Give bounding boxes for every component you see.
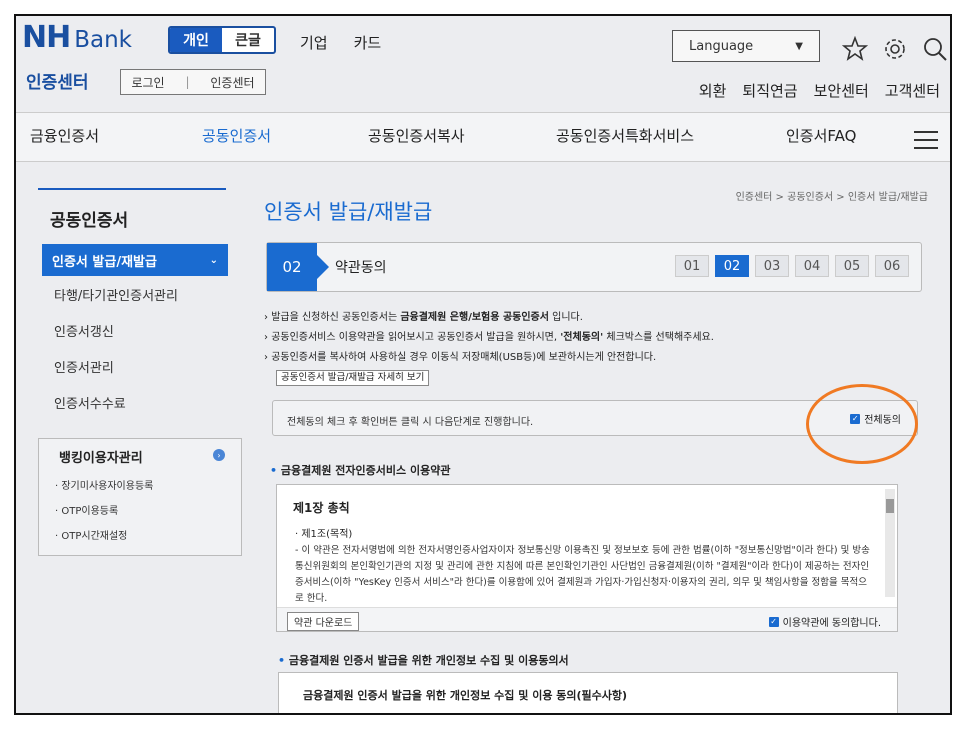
terms-agree-label: 이용약관에 동의합니다. <box>782 618 881 629</box>
terms-article: · 제1조(목적) <box>295 529 353 540</box>
sidebar-item-label: 인증서 발급/재발급 <box>52 254 157 270</box>
sub-buttons: 로그인 | 인증센터 <box>120 69 266 95</box>
step-indicator: 02 약관동의 01 02 03 04 05 06 <box>266 242 922 292</box>
section-1-title: • 금융결제원 전자인증서비스 이용약관 <box>270 464 451 477</box>
section-title-auth-center[interactable]: 인증센터 <box>26 68 89 93</box>
step-3: 03 <box>755 255 789 277</box>
view-details-button[interactable]: 공동인증서 발급/재발급 자세히 보기 <box>276 370 430 386</box>
menu-icon[interactable] <box>914 131 938 149</box>
notice-list: › 발급을 신청하신 공동인증서는 금융결제원 은행/보험용 공동인증서 입니다… <box>264 308 714 388</box>
search-icon[interactable] <box>922 36 948 62</box>
browser-viewport: NH Bank 개인 큰글 기업 카드 Language ▼ 인증센터 로그인 … <box>14 14 952 715</box>
checkmark-icon: ✓ <box>768 616 779 627</box>
topnav-card[interactable]: 카드 <box>354 32 382 53</box>
notice-2: › 공동인증서비스 이용약관을 읽어보시고 공동인증서 발급을 원하시면, '전… <box>264 332 714 343</box>
nav-fx[interactable]: 외환 <box>699 80 727 101</box>
auth-center-button[interactable]: 인증센터 <box>210 74 254 91</box>
login-button[interactable]: 로그인 <box>131 74 164 91</box>
mode-toggle: 개인 큰글 <box>168 26 276 54</box>
page-title: 인증서 발급/재발급 <box>264 200 433 224</box>
list-item[interactable]: · 장기미사용자이용등록 <box>55 477 153 492</box>
language-select[interactable]: Language ▼ <box>672 30 820 62</box>
nav-security[interactable]: 보안센터 <box>814 80 869 101</box>
terms-footer: 약관 다운로드 ✓ 이용약관에 동의합니다. <box>277 607 897 631</box>
notice-3: › 공동인증서를 복사하여 사용하실 경우 이동식 저장매체(USB등)에 보관… <box>264 352 657 363</box>
step-6: 06 <box>875 255 909 277</box>
nav-cert-copy[interactable]: 공동인증서복사 <box>368 125 465 146</box>
step-1: 01 <box>675 255 709 277</box>
nh-bank-logo[interactable]: NH Bank <box>22 20 132 55</box>
sidebar: 공동인증서 인증서 발급/재발급 ⌄ 타행/타기관인증서관리 인증서갱신 인증서… <box>38 188 228 420</box>
sidebar-item-other-bank[interactable]: 타행/타기관인증서관리 <box>54 276 228 312</box>
divider: | <box>185 75 190 89</box>
sidebar-title: 공동인증서 <box>50 211 129 231</box>
terms-box-2: 금융결제원 인증서 발급을 위한 개인정보 수집 및 이용 동의(필수사항) <box>278 672 898 713</box>
banking-user-box: 뱅킹이용자관리 › · 장기미사용자이용등록 · OTP이용등록 · OTP시간… <box>38 438 242 556</box>
terms-body: - 이 약관은 전자서명법에 의한 전자서명인증사업자이자 정보통신망 이용촉진… <box>295 545 870 604</box>
sidebar-item-fees[interactable]: 인증서수수료 <box>54 384 228 420</box>
main-nav: 금융인증서 공동인증서 공동인증서복사 공동인증서특화서비스 인증서FAQ <box>16 112 950 162</box>
mode-large-text-button[interactable]: 큰글 <box>222 28 274 52</box>
chevron-down-icon: ⌄ <box>209 254 218 266</box>
top-nav: 기업 카드 <box>300 32 381 53</box>
step-5: 05 <box>835 255 869 277</box>
breadcrumb: 인증센터 > 공동인증서 > 인증서 발급/재발급 <box>735 192 928 203</box>
terms-chapter: 제1장 총칙 <box>293 501 350 515</box>
highlight-circle <box>806 384 918 464</box>
terms-2-title: 금융결제원 인증서 발급을 위한 개인정보 수집 및 이용 동의(필수사항) <box>303 689 628 702</box>
banking-user-title[interactable]: 뱅킹이용자관리 <box>59 447 143 466</box>
logo-bank: Bank <box>74 27 132 53</box>
sidebar-item-issue[interactable]: 인증서 발급/재발급 ⌄ <box>42 244 228 276</box>
language-label: Language <box>689 38 754 54</box>
nav-joint-cert[interactable]: 공동인증서 <box>202 125 271 146</box>
nav-cert-special[interactable]: 공동인증서특화서비스 <box>556 125 694 146</box>
topnav-corporate[interactable]: 기업 <box>300 32 328 53</box>
arrow-right-icon[interactable]: › <box>213 449 225 461</box>
notice-1: › 발급을 신청하신 공동인증서는 금융결제원 은행/보험용 공동인증서 입니다… <box>264 312 583 323</box>
star-icon[interactable] <box>842 36 868 62</box>
step-list: 01 02 03 04 05 06 <box>675 255 909 277</box>
current-step-number: 02 <box>267 243 329 291</box>
logo-nh: NH <box>22 20 71 55</box>
sidebar-item-renew[interactable]: 인증서갱신 <box>54 312 228 348</box>
banking-user-list: · 장기미사용자이용등록 · OTP이용등록 · OTP시간재설정 <box>55 477 153 552</box>
sidebar-item-manage[interactable]: 인증서관리 <box>54 348 228 384</box>
terms-scrollbar[interactable] <box>885 489 895 597</box>
step-2: 02 <box>715 255 749 277</box>
nav-customer[interactable]: 고객센터 <box>885 80 940 101</box>
terms-agree-checkbox[interactable]: ✓ 이용약관에 동의합니다. <box>768 614 881 629</box>
mode-personal-button[interactable]: 개인 <box>170 28 222 52</box>
current-step-label: 약관동의 <box>335 260 387 276</box>
gear-icon[interactable] <box>882 36 908 62</box>
agree-all-instructions: 전체동의 체크 후 확인버튼 클릭 시 다음단계로 진행합니다. <box>287 417 534 428</box>
terms-box-1: 제1장 총칙 · 제1조(목적) - 이 약관은 전자서명법에 의한 전자서명인… <box>276 484 898 632</box>
terms-download-button[interactable]: 약관 다운로드 <box>287 612 360 631</box>
nav-pension[interactable]: 퇴직연금 <box>742 80 797 101</box>
chevron-down-icon: ▼ <box>795 40 803 52</box>
list-item[interactable]: · OTP시간재설정 <box>55 527 153 542</box>
list-item[interactable]: · OTP이용등록 <box>55 502 153 517</box>
utility-nav: 외환 퇴직연금 보안센터 고객센터 <box>699 80 940 101</box>
nav-financial-cert[interactable]: 금융인증서 <box>30 125 99 146</box>
sidebar-divider <box>38 188 226 190</box>
nav-cert-faq[interactable]: 인증서FAQ <box>786 125 856 146</box>
section-2-title: • 금융결제원 인증서 발급을 위한 개인정보 수집 및 이용동의서 <box>278 654 569 667</box>
step-4: 04 <box>795 255 829 277</box>
